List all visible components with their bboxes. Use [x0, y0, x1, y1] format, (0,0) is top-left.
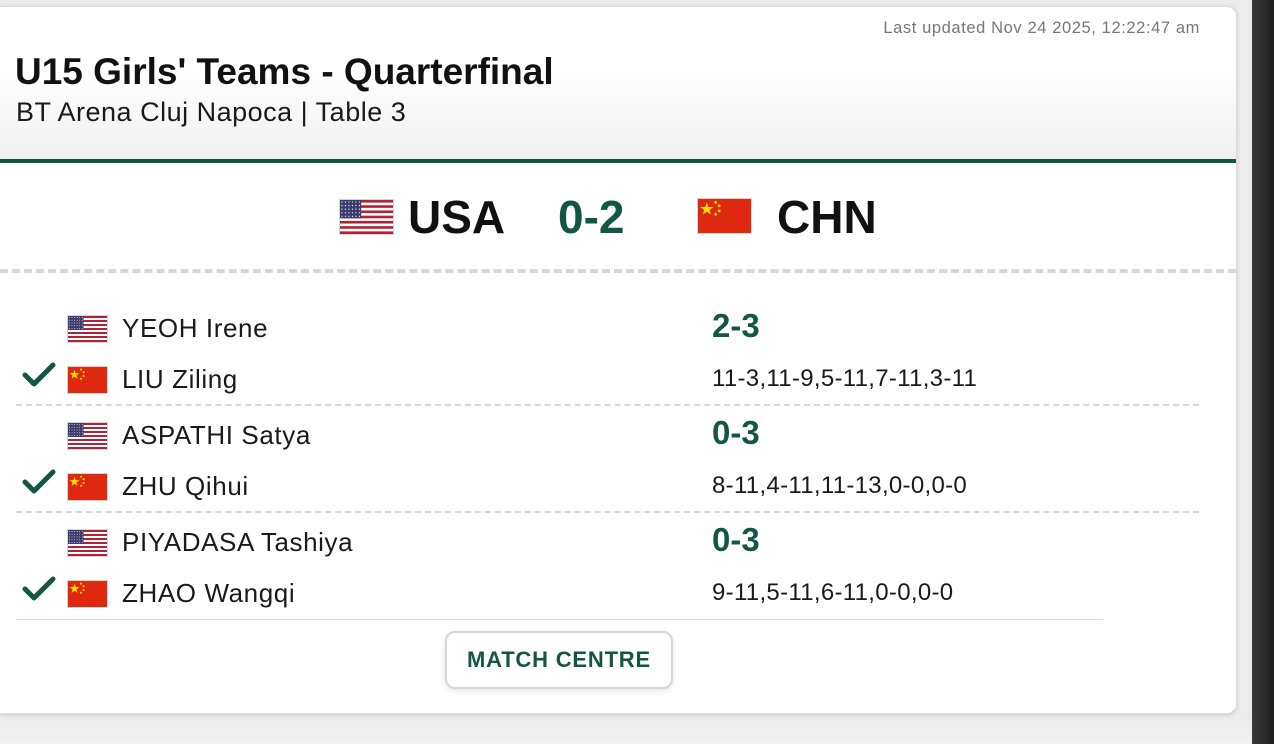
away-player-name: ZHAO Wangqi [122, 578, 296, 608]
china-flag-icon [67, 366, 108, 394]
home-player-name: ASPATHI Satya [122, 420, 311, 450]
home-player-name: PIYADASA Tashiya [122, 527, 354, 557]
checkmark-icon [22, 362, 56, 387]
home-team-code: USA [408, 191, 506, 243]
section-divider [0, 269, 1236, 273]
row-divider [16, 511, 1199, 513]
usa-flag-icon [67, 529, 108, 557]
page-background [0, 712, 1252, 744]
usa-flag-icon [67, 422, 108, 450]
usa-flag-icon [67, 315, 108, 343]
last-updated: Last updated Nov 24 2025, 12:22:47 am [883, 19, 1200, 37]
card-header: Last updated Nov 24 2025, 12:22:47 am U1… [0, 7, 1236, 160]
match-centre-button[interactable]: MATCH CENTRE [445, 631, 673, 689]
game-scores: 8-11,4-11,11-13,0-0,0-0 [712, 472, 968, 499]
checkmark-icon [22, 576, 56, 601]
china-flag-icon [67, 473, 108, 501]
row-divider [16, 404, 1199, 406]
match-score: 0-3 [712, 414, 760, 451]
header-divider [0, 159, 1236, 163]
checkmark-icon [22, 469, 56, 494]
china-flag-icon [697, 198, 752, 234]
home-player-name: YEOH Irene [122, 313, 269, 343]
match-score: 2-3 [712, 307, 760, 344]
list-bottom-divider [16, 619, 1103, 620]
venue-subtitle: BT Arena Cluj Napoca | Table 3 [16, 97, 407, 127]
team-score: 0-2 [558, 191, 625, 243]
game-scores: 11-3,11-9,5-11,7-11,3-11 [712, 365, 978, 392]
match-card: Last updated Nov 24 2025, 12:22:47 am U1… [0, 6, 1237, 714]
game-scores: 9-11,5-11,6-11,0-0,0-0 [712, 579, 954, 606]
match-score: 0-3 [712, 521, 760, 558]
away-player-name: LIU Ziling [122, 364, 238, 394]
away-player-name: ZHU Qihui [122, 471, 249, 501]
page-title: U15 Girls' Teams - Quarterfinal [15, 51, 554, 92]
usa-flag-icon [339, 199, 394, 235]
china-flag-icon [67, 580, 108, 608]
window-edge [1252, 0, 1274, 744]
away-team-code: CHN [777, 191, 877, 243]
